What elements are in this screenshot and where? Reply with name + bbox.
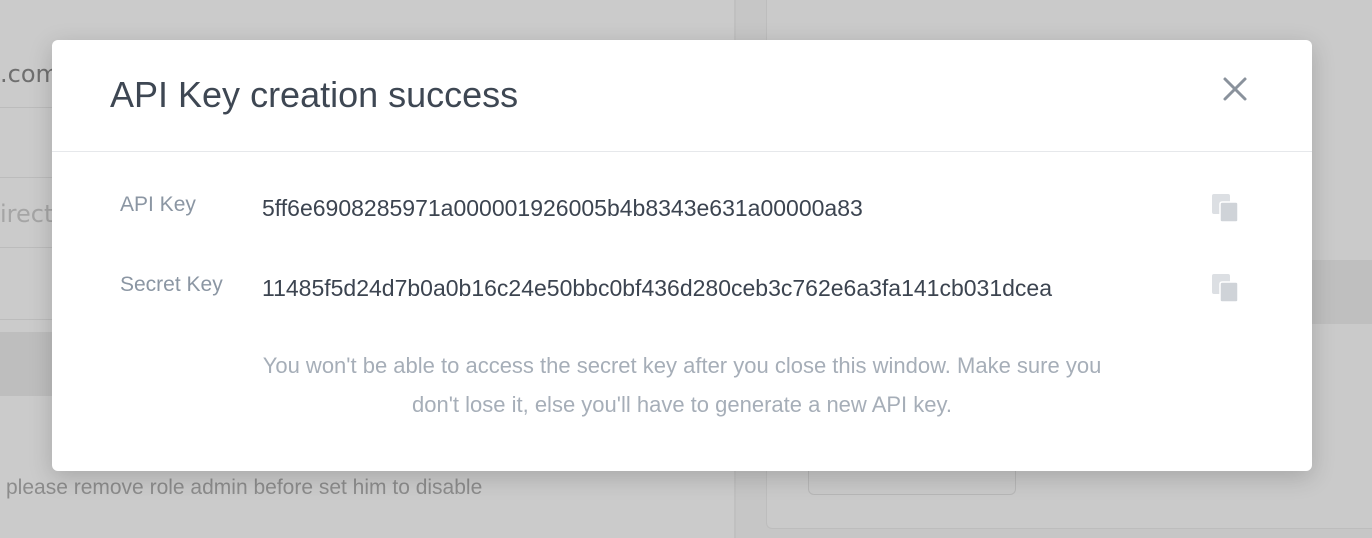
copy-icon	[1212, 274, 1239, 303]
api-key-value[interactable]: 5ff6e6908285971a000001926005b4b8343e631a…	[262, 195, 863, 222]
background-hint-text: please remove role admin before set him …	[6, 476, 483, 499]
close-icon	[1223, 77, 1247, 101]
copy-icon	[1212, 194, 1239, 223]
warning-line: You won't be able to access the secret k…	[262, 353, 1102, 378]
api-key-label: API Key	[120, 193, 196, 216]
background-button	[808, 470, 1016, 495]
api-key-success-modal: API Key creation success API Key 5ff6e69…	[52, 40, 1312, 471]
secret-key-label: Secret Key	[120, 273, 223, 296]
secret-key-warning: You won't be able to access the secret k…	[212, 346, 1152, 424]
close-button[interactable]	[1218, 72, 1252, 106]
modal-header: API Key creation success	[52, 40, 1312, 152]
secret-key-value[interactable]: 11485f5d24d7b0a0b16c24e50bbc0bf436d280ce…	[262, 275, 1052, 302]
copy-secret-key-button[interactable]	[1210, 270, 1242, 306]
copy-api-key-button[interactable]	[1210, 190, 1242, 226]
modal-title: API Key creation success	[110, 74, 519, 115]
warning-line: don't lose it, else you'll have to gener…	[412, 392, 952, 417]
